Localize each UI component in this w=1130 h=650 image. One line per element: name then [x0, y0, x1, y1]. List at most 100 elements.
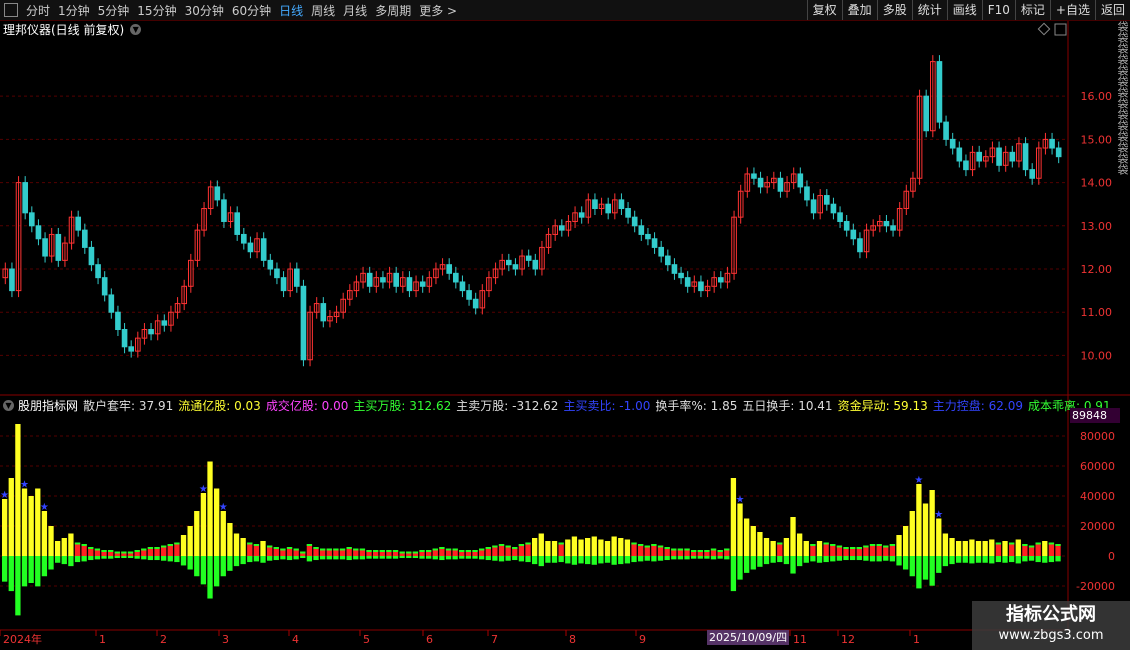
- volume-bar-cap: [843, 547, 849, 549]
- volume-bar: [1048, 542, 1055, 556]
- volume-bar-cap: [651, 544, 657, 546]
- negative-bar: [598, 556, 604, 564]
- candle-body: [956, 147, 963, 162]
- negative-bar: [392, 556, 399, 559]
- indicator-field-2: 成交亿股: 0.00: [265, 398, 349, 413]
- volume-bar-cap: [161, 545, 167, 548]
- volume-bar-cap: [280, 548, 286, 551]
- candle-body: [115, 311, 121, 331]
- volume-bar: [909, 511, 915, 556]
- volume-bar-cap: [174, 542, 180, 545]
- volume-bar: [41, 511, 48, 556]
- negative-bar: [472, 556, 478, 559]
- candle-body: [638, 225, 645, 235]
- negative-bar: [1009, 556, 1015, 563]
- candle-body: [300, 285, 307, 361]
- volume-bar-cap: [419, 550, 425, 552]
- negative-bar: [1022, 556, 1028, 562]
- volume-bar-cap: [505, 545, 511, 548]
- volume-bar: [611, 536, 617, 556]
- volume-bar: [565, 539, 571, 556]
- volume-bar-cap: [81, 544, 87, 546]
- candle-body: [837, 212, 843, 222]
- time-label: 6: [426, 633, 433, 646]
- negative-bar: [863, 556, 869, 561]
- negative-bar: [161, 556, 167, 561]
- negative-bar: [267, 556, 273, 561]
- price-tick-label: 12.00: [1081, 263, 1113, 276]
- time-label: 2: [160, 633, 167, 646]
- negative-bar: [518, 556, 525, 562]
- negative-bar: [618, 556, 624, 565]
- volume-bar: [174, 542, 180, 556]
- candle-body: [393, 272, 400, 287]
- watermark-url: www.zbgs3.com: [998, 628, 1104, 643]
- candle-body: [512, 264, 519, 270]
- negative-bar: [452, 556, 458, 560]
- price-tick-label: 15.00: [1081, 133, 1113, 146]
- candle-body: [605, 203, 612, 214]
- time-label: 4: [292, 633, 299, 646]
- volume-bar-cap: [121, 551, 127, 554]
- negative-bar: [604, 556, 611, 563]
- volume-bar-cap: [346, 547, 352, 549]
- volume-bar-cap: [724, 548, 730, 551]
- negative-bar: [214, 556, 220, 587]
- chevron-down-icon[interactable]: ▼: [3, 399, 14, 411]
- candle-body: [240, 233, 247, 244]
- negative-bar: [200, 556, 207, 585]
- current-value-tag: 89848: [1070, 408, 1120, 423]
- negative-bar: [876, 556, 882, 562]
- candle-body: [777, 177, 784, 192]
- volume-bar-cap: [1055, 544, 1061, 546]
- volume-bar: [68, 533, 74, 556]
- candle-body: [1009, 151, 1016, 162]
- candle-body: [757, 177, 764, 188]
- negative-bar: [35, 556, 41, 587]
- candle-body: [1049, 138, 1055, 149]
- negative-bar: [134, 556, 140, 559]
- negative-bar: [233, 556, 240, 567]
- negative-bar: [306, 556, 313, 562]
- negative-bar: [240, 556, 246, 565]
- negative-bar: [399, 556, 405, 559]
- negative-bar: [850, 556, 856, 561]
- volume-bar-cap: [426, 550, 432, 552]
- candle-body: [645, 233, 651, 240]
- negative-bar: [207, 556, 213, 599]
- volume-bar: [8, 478, 14, 556]
- candle-body: [320, 303, 327, 322]
- candle-body: [843, 220, 850, 231]
- volume-bar: [571, 536, 578, 556]
- volume-bar-cap: [313, 547, 319, 549]
- volume-bar: [823, 542, 829, 556]
- negative-bar: [333, 556, 339, 560]
- diamond-icon[interactable]: [1037, 22, 1051, 36]
- layout-icon[interactable]: [1054, 23, 1067, 36]
- negative-bar: [61, 556, 67, 565]
- volume-bar-cap: [339, 548, 346, 551]
- candle-body: [267, 259, 274, 270]
- negative-bar: [578, 556, 584, 564]
- negative-bar: [810, 556, 816, 562]
- volume-bar-cap: [836, 545, 843, 548]
- candle-body: [671, 264, 678, 274]
- volume-bar-cap: [439, 547, 445, 549]
- indicator-name[interactable]: 股朋指标网: [18, 397, 78, 414]
- volume-bar-cap: [1022, 544, 1028, 546]
- negative-bar: [638, 556, 644, 562]
- negative-bar: [956, 556, 962, 563]
- negative-bar: [412, 556, 419, 559]
- negative-bar: [439, 556, 445, 561]
- volume-bar: [995, 542, 1002, 556]
- indicator-field-3: 主买万股: 312.62: [353, 398, 452, 413]
- kline-chart[interactable]: 16.00 15.00 14.00 13.00 12.00 11.00 10.00 8000…: [0, 0, 1130, 650]
- negative-bar: [108, 556, 114, 559]
- candle-body: [452, 272, 459, 283]
- negative-bar: [538, 556, 544, 567]
- volume-bar: [48, 526, 54, 556]
- candle-body: [943, 121, 949, 140]
- negative-bar: [141, 556, 147, 560]
- volume-bar-cap: [386, 550, 392, 552]
- negative-bar: [936, 556, 942, 573]
